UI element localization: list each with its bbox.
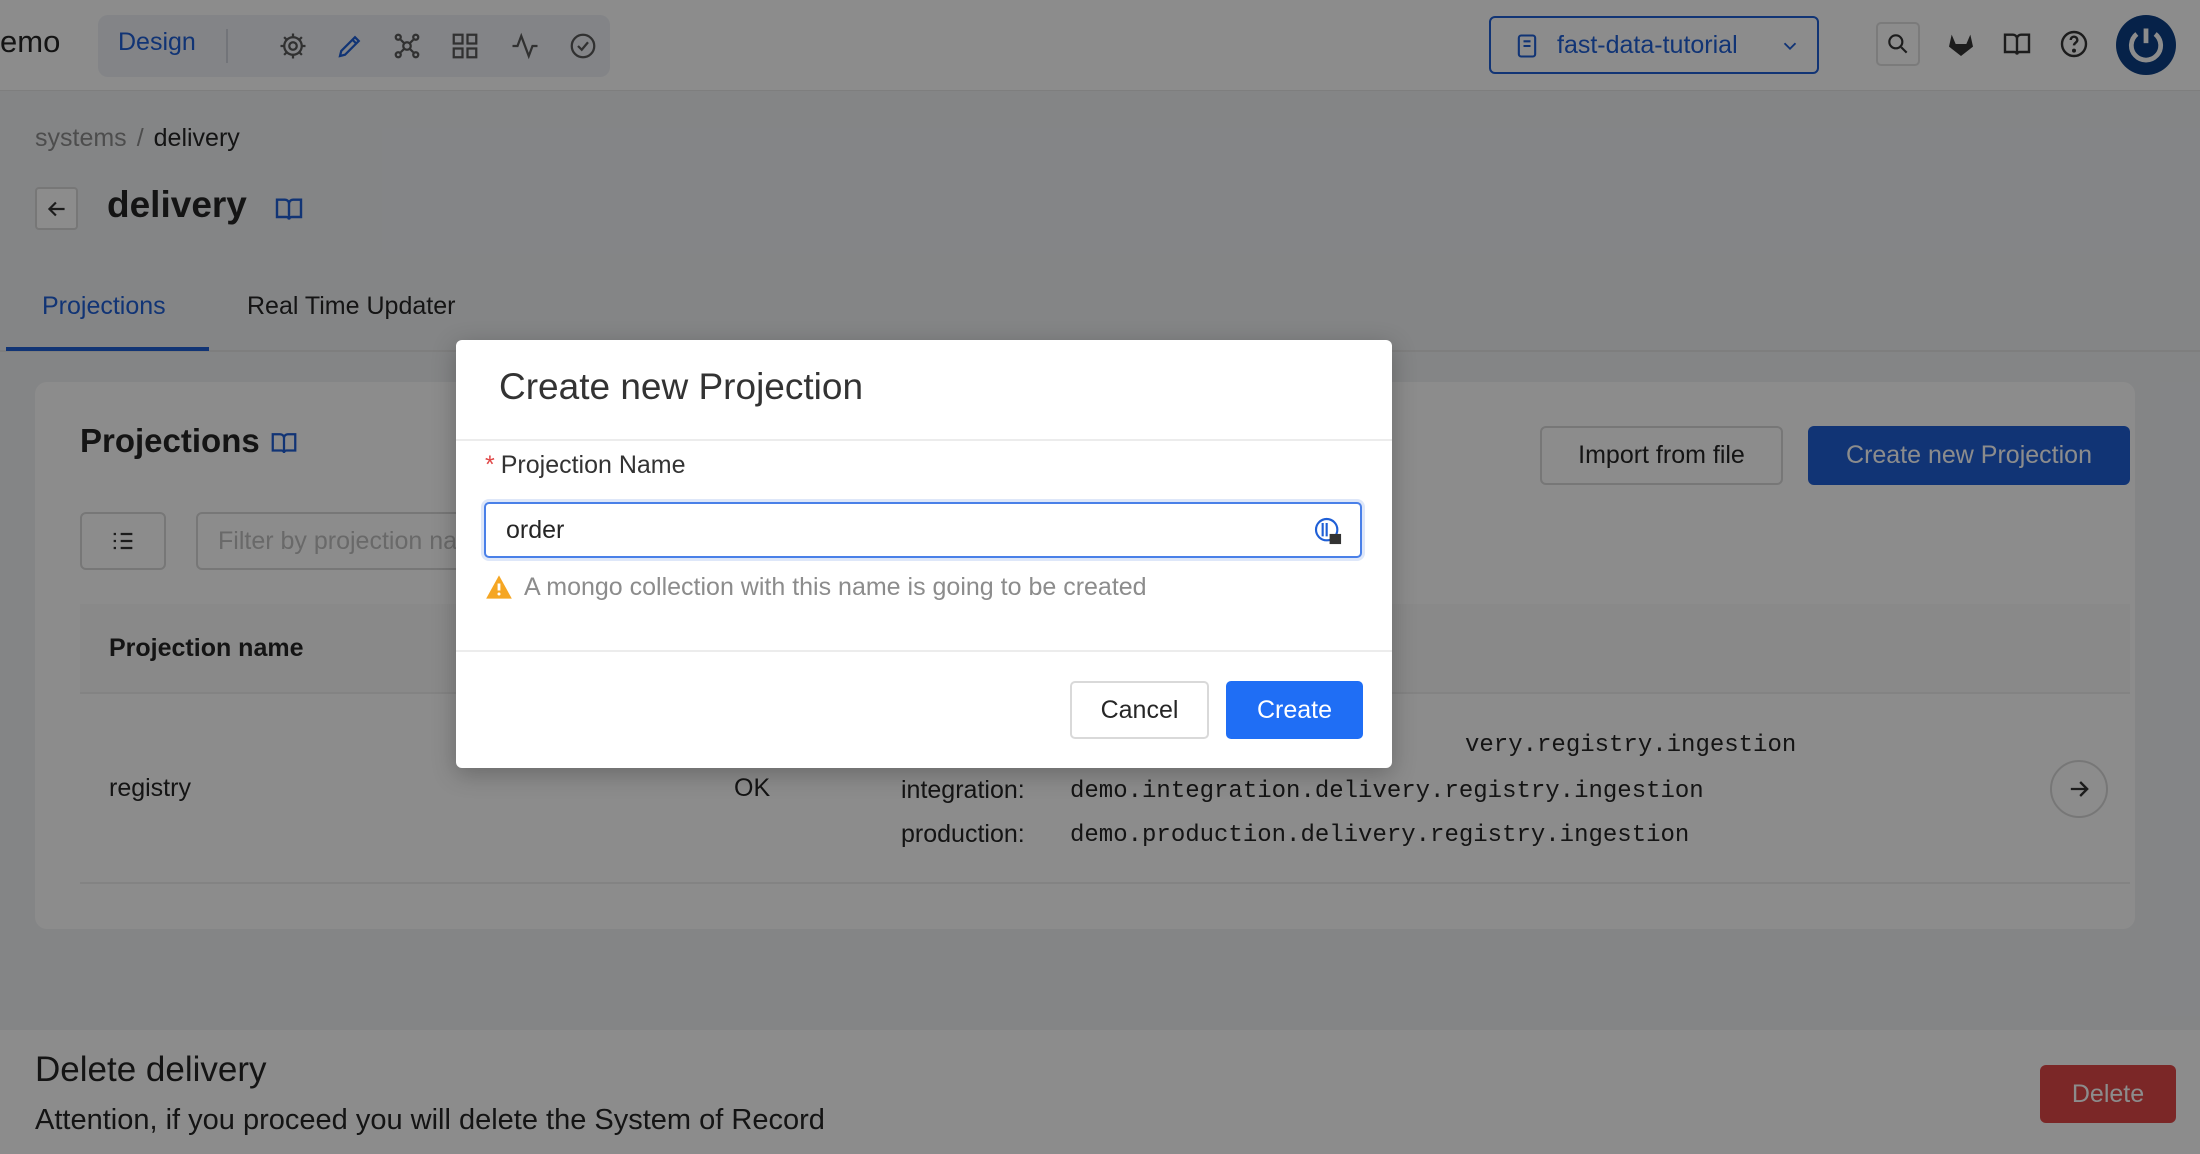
- projection-name-input[interactable]: [484, 502, 1362, 558]
- projection-name-label: * Projection Name: [485, 451, 686, 480]
- dialog-title: Create new Projection: [499, 366, 864, 407]
- warning-message: A mongo collection with this name is goi…: [524, 573, 1147, 601]
- dialog-footer-divider: [456, 650, 1392, 652]
- create-projection-dialog: Create new Projection *Projection Name A…: [456, 340, 1392, 768]
- cancel-button[interactable]: Cancel: [1070, 681, 1209, 739]
- required-mark: *: [485, 451, 495, 479]
- dialog-header: Create new Projection: [456, 340, 1392, 441]
- projection-name-label-text: Projection Name: [500, 451, 686, 479]
- warning-icon: [486, 575, 512, 599]
- create-button[interactable]: Create: [1226, 681, 1363, 739]
- password-manager-icon[interactable]: [1312, 515, 1344, 547]
